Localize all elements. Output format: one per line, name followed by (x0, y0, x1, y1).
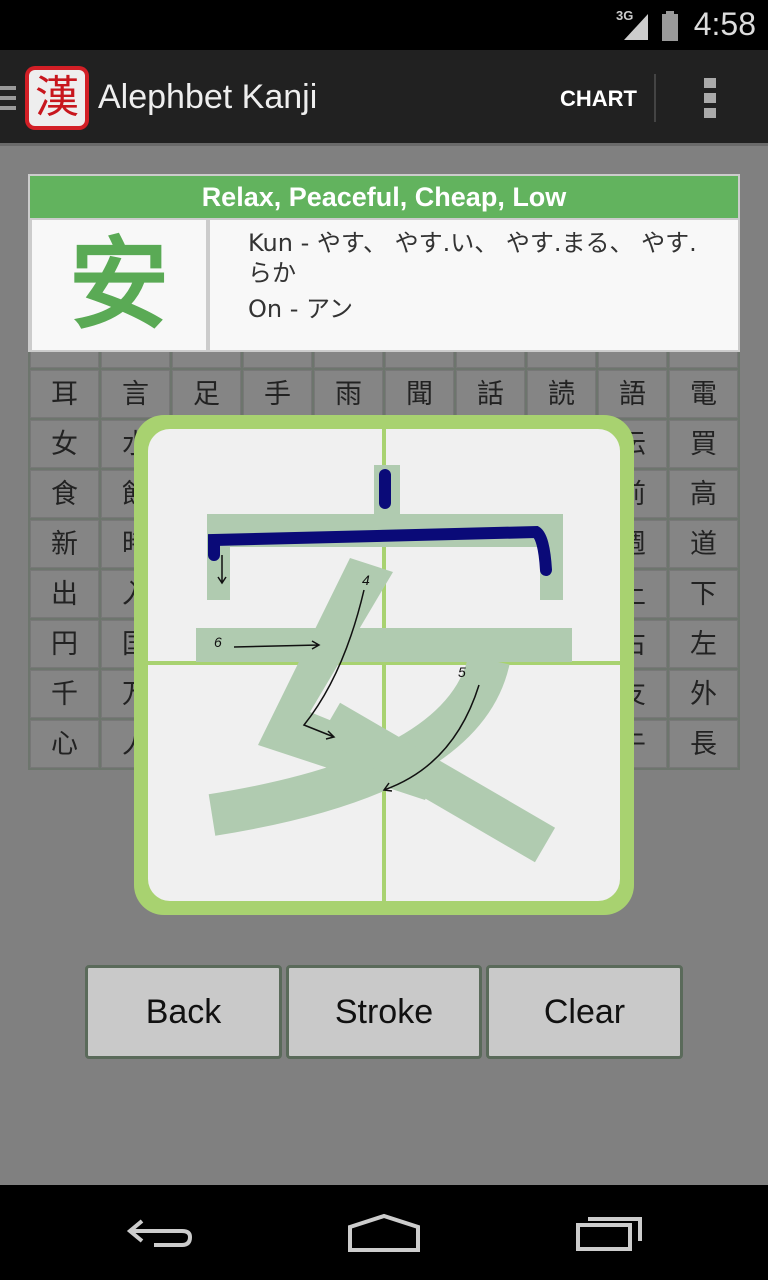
kanji-cell[interactable]: 左 (669, 620, 738, 668)
action-bar: 漢 Alephbet Kanji CHART (0, 50, 768, 146)
kanji-display: 安 (32, 220, 206, 350)
stroke-number: 4 (362, 572, 370, 588)
kanji-cell[interactable]: 食 (30, 470, 99, 518)
stroke-practice-frame: 4 5 6 (134, 415, 634, 915)
on-reading: On - アン (248, 295, 354, 323)
clock: 4:58 (693, 6, 756, 42)
kanji-cell[interactable]: 心 (30, 720, 99, 768)
kanji-cell[interactable]: 道 (669, 520, 738, 568)
kanji-cell[interactable]: 長 (669, 720, 738, 768)
meaning-header: Relax, Peaceful, Cheap, Low (30, 176, 738, 218)
kanji-cell[interactable]: 新 (30, 520, 99, 568)
kanji-cell[interactable]: 電 (669, 370, 738, 418)
signal-battery-icon (624, 11, 678, 41)
kanji-cell[interactable]: 下 (669, 570, 738, 618)
kanji-cell[interactable]: 手 (243, 370, 312, 418)
stroke-button[interactable]: Stroke (286, 965, 482, 1059)
kanji-cell[interactable]: 言 (101, 370, 170, 418)
back-button[interactable]: Back (85, 965, 282, 1059)
kanji-cell[interactable]: 買 (669, 420, 738, 468)
chart-button[interactable]: CHART (560, 86, 637, 112)
app-logo[interactable]: 漢 (25, 66, 89, 130)
kanji-cell[interactable]: 外 (669, 670, 738, 718)
recents-nav-icon[interactable] (574, 1213, 646, 1253)
kanji-cell[interactable]: 高 (669, 470, 738, 518)
clear-button[interactable]: Clear (486, 965, 683, 1059)
kanji-cell[interactable]: 円 (30, 620, 99, 668)
kanji-cell[interactable]: 足 (172, 370, 241, 418)
kanji-cell[interactable]: 女 (30, 420, 99, 468)
kanji-cell[interactable]: 耳 (30, 370, 99, 418)
kanji-cell[interactable]: 出 (30, 570, 99, 618)
stroke-number: 5 (458, 664, 466, 680)
divider (654, 74, 656, 122)
kanji-cell[interactable]: 話 (456, 370, 525, 418)
kanji-trace: 4 5 6 (148, 429, 620, 901)
drawing-canvas[interactable]: 4 5 6 (148, 429, 620, 901)
home-nav-icon[interactable] (346, 1213, 422, 1253)
status-bar: 3G 4:58 (0, 0, 768, 50)
navigation-bar (0, 1185, 768, 1280)
kanji-cell[interactable]: 千 (30, 670, 99, 718)
kanji-cell[interactable]: 語 (598, 370, 667, 418)
kanji-cell[interactable]: 読 (527, 370, 596, 418)
drawer-icon[interactable] (0, 86, 16, 116)
overflow-menu-icon[interactable] (704, 78, 718, 123)
kun-reading: Kun - やす、 やす.い、 やす.まる、 やす.らか (248, 229, 697, 287)
readings: Kun - やす、 やす.い、 やす.まる、 やす.らか On - アン (210, 220, 738, 350)
trace-strokes (196, 465, 572, 863)
kanji-cell[interactable]: 聞 (385, 370, 454, 418)
kanji-cell[interactable]: 雨 (314, 370, 383, 418)
kanji-info-card: Relax, Peaceful, Cheap, Low 安 Kun - やす、 … (28, 174, 740, 352)
stroke-number: 6 (214, 634, 222, 650)
back-nav-icon[interactable] (124, 1213, 196, 1253)
app-title: Alephbet Kanji (98, 78, 318, 116)
